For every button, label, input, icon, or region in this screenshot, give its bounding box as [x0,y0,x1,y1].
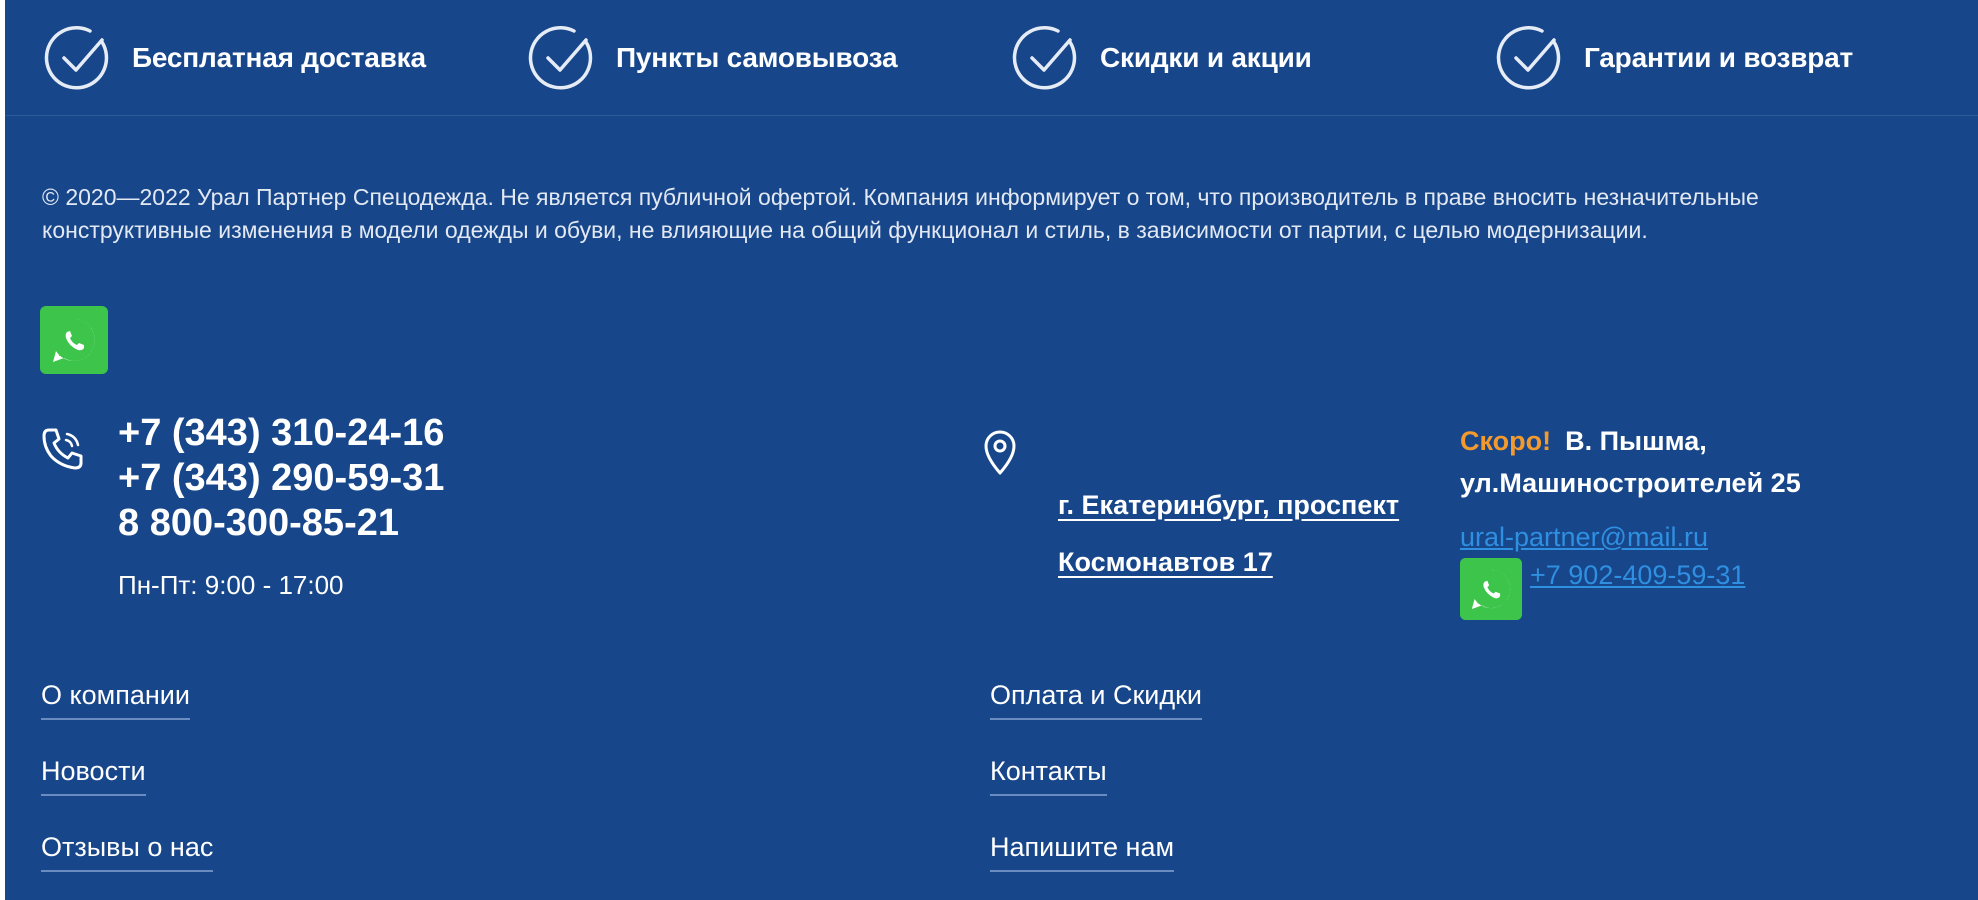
check-circle-icon [528,26,593,90]
address-link-line2[interactable]: Космонавтов 17 [1058,547,1273,577]
feature-pickup-points[interactable]: Пункты самовывоза [524,18,898,98]
upcoming-location: Скоро! В. Пышма, ул.Машиностроителей 25 [1460,420,1880,504]
check-circle-icon [1496,26,1561,90]
nav-link-write-us[interactable]: Напишите нам [990,832,1175,872]
check-circle-icon [1012,26,1077,90]
phone-list: +7 (343) 310-24-16 +7 (343) 290-59-31 8 … [118,411,444,546]
nav-link-news[interactable]: Новости [41,756,146,796]
address-block: г. Екатеринбург, проспект Космонавтов 17 [1058,477,1438,591]
address-link-line1[interactable]: г. Екатеринбург, проспект [1058,490,1399,520]
check-circle-icon [44,26,109,90]
whatsapp-icon[interactable] [1460,558,1522,620]
left-edge-divider [0,0,5,900]
whatsapp-icon[interactable] [40,306,108,374]
feature-label: Гарантии и возврат [1584,42,1854,73]
feature-free-delivery[interactable]: Бесплатная доставка [40,18,426,98]
feature-label: Бесплатная доставка [132,42,426,73]
phone-link-1[interactable]: +7 (343) 310-24-16 [118,411,444,456]
phone-icon [42,428,83,470]
feature-label: Пункты самовывоза [616,42,898,73]
whatsapp-number-link[interactable]: +7 902-409-59-31 [1530,560,1745,591]
soon-street: ул.Машиностроителей 25 [1460,468,1801,498]
feature-discounts[interactable]: Скидки и акции [1008,18,1312,98]
map-pin-icon [984,430,1016,475]
nav-link-contacts[interactable]: Контакты [990,756,1107,796]
soon-city: В. Пышма, [1565,426,1707,456]
working-hours: Пн-Пт: 9:00 - 17:00 [118,570,344,600]
phone-link-3[interactable]: 8 800-300-85-21 [118,501,444,546]
feature-warranty-returns[interactable]: Гарантии и возврат [1492,18,1853,98]
nav-link-about[interactable]: О компании [41,680,190,720]
feature-label: Скидки и акции [1100,42,1312,73]
phone-link-2[interactable]: +7 (343) 290-59-31 [118,456,444,501]
copyright-text: © 2020—2022 Урал Партнер Спецодежда. Не … [42,184,1759,243]
features-bar: Бесплатная доставка Пункты самовывоза Ск… [5,0,1978,116]
email-link[interactable]: ural-partner@mail.ru [1460,522,1708,553]
nav-link-payment-discounts[interactable]: Оплата и Скидки [990,680,1203,720]
nav-link-reviews[interactable]: Отзывы о нас [41,832,214,872]
soon-badge: Скоро! [1460,426,1552,456]
